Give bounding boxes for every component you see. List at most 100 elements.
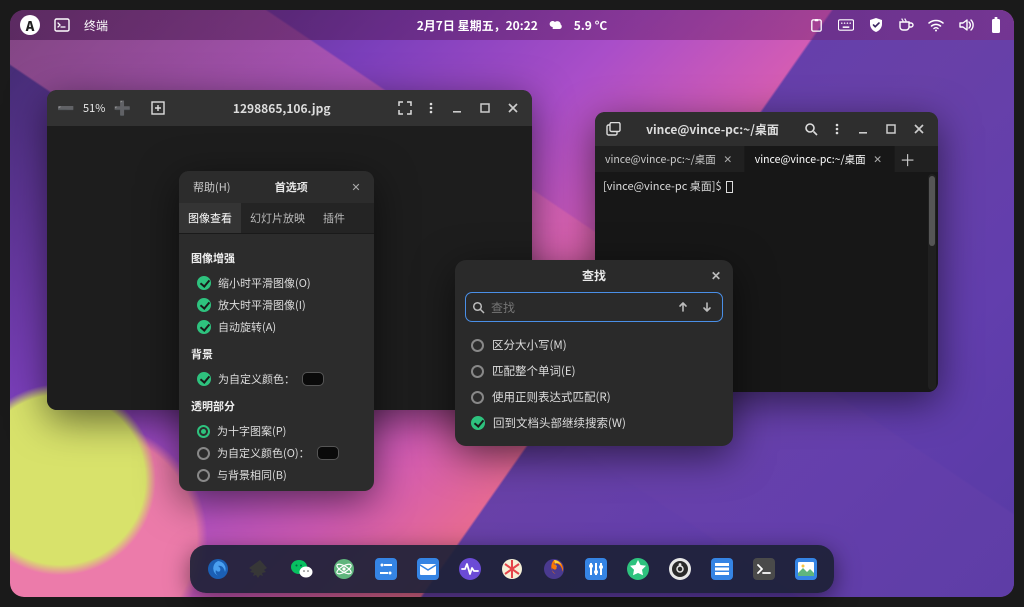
minimize-button[interactable] (444, 95, 470, 121)
bg-color-swatch[interactable] (302, 372, 324, 386)
dock-app-atom[interactable] (328, 553, 360, 585)
opt-wrap[interactable] (471, 416, 485, 430)
dock-app-firefox-dev[interactable] (202, 553, 234, 585)
top-panel: A 终端 2月7日 星期五，20:22 5.9 °C (10, 10, 1014, 40)
caffeine-icon[interactable] (898, 17, 914, 33)
new-tab-button[interactable] (601, 116, 627, 142)
prompt: [vince@vince-pc 桌面]$ (603, 178, 724, 194)
label-smooth-out: 缩小时平滑图像(O) (218, 275, 311, 291)
terminal-title: vince@vince-pc:~/桌面 (627, 121, 798, 138)
dock-app-activity[interactable] (454, 553, 486, 585)
label-regex: 使用正则表达式匹配(R) (492, 389, 611, 405)
tab-image-view[interactable]: 图像查看 (179, 203, 241, 233)
close-button[interactable] (500, 95, 526, 121)
dock-app-wechat[interactable] (286, 553, 318, 585)
label-smooth-in: 放大时平滑图像(I) (218, 297, 306, 313)
label-autorotate: 自动旋转(A) (218, 319, 276, 335)
menu-button[interactable] (824, 116, 850, 142)
label-whole: 匹配整个单词(E) (492, 363, 576, 379)
checkbox-smooth-out[interactable] (197, 276, 211, 290)
scrollbar[interactable] (928, 174, 936, 390)
close-icon[interactable]: ✕ (707, 266, 725, 284)
section-enhance: 图像增强 (191, 250, 362, 266)
search-button[interactable] (798, 116, 824, 142)
menu-button[interactable] (418, 95, 444, 121)
section-background: 背景 (191, 346, 362, 362)
dock-app-tweaks[interactable] (580, 553, 612, 585)
terminal-tab-label: vince@vince-pc:~/桌面 (605, 152, 716, 167)
prefs-title: 首选项 (236, 179, 346, 195)
radio-checker[interactable] (197, 425, 210, 438)
label-wrap: 回到文档头部继续搜索(W) (493, 415, 626, 431)
prev-match-button[interactable] (674, 298, 692, 316)
dock-app-spotify[interactable] (622, 553, 654, 585)
maximize-button[interactable] (878, 116, 904, 142)
terminal-indicator-icon[interactable] (54, 17, 70, 33)
activities-icon[interactable]: A (20, 15, 40, 35)
dock-app-obs[interactable] (664, 553, 696, 585)
zoom-in-button[interactable]: ➕ (109, 95, 135, 121)
section-transparent: 透明部分 (191, 398, 362, 414)
transparent-color-swatch[interactable] (317, 446, 339, 460)
terminal-tab-label: vince@vince-pc:~/桌面 (755, 152, 866, 167)
radio-same-bg[interactable] (197, 469, 210, 482)
tab-close-icon[interactable]: ✕ (722, 153, 734, 165)
label-checker: 为十字图案(P) (217, 423, 286, 439)
dock-app-inkscape[interactable] (244, 553, 276, 585)
image-viewer-titlebar: ➖ 51% ➕ 1298865,106.jpg (47, 90, 532, 126)
search-icon (472, 301, 485, 314)
close-button[interactable] (906, 116, 932, 142)
checkbox-bg-color[interactable] (197, 372, 211, 386)
cursor (726, 181, 733, 193)
checkbox-smooth-in[interactable] (197, 298, 211, 312)
dock-app-settings-panel[interactable] (370, 553, 402, 585)
battery-icon[interactable] (988, 17, 1004, 33)
tab-plugins[interactable]: 插件 (314, 203, 354, 233)
terminal-tab-2[interactable]: vince@vince-pc:~/桌面 ✕ (745, 146, 895, 172)
checkbox-autorotate[interactable] (197, 320, 211, 334)
dock-app-files[interactable] (706, 553, 738, 585)
tab-add-button[interactable]: ＋ (895, 146, 921, 172)
preferences-dialog: 帮助(H) 首选项 ✕ 图像查看 幻灯片放映 插件 图像增强 缩小时平滑图像(O… (179, 171, 374, 491)
weather-temp: 5.9 °C (574, 17, 608, 34)
wifi-icon[interactable] (928, 17, 944, 33)
dock (190, 545, 834, 593)
zoom-fit-button[interactable] (145, 95, 171, 121)
opt-case[interactable] (471, 339, 484, 352)
find-dialog: 查找 ✕ 区分大小写(M) 匹配整个单词(E) 使用正则表达式匹配(R) 回到文… (455, 260, 733, 446)
help-menu[interactable]: 帮助(H) (187, 175, 236, 199)
dock-app-firefox[interactable] (538, 553, 570, 585)
terminal-tab-1[interactable]: vince@vince-pc:~/桌面 ✕ (595, 146, 745, 172)
clock[interactable]: 2月7日 星期五，20:22 (417, 17, 538, 34)
search-field-container (465, 292, 723, 322)
zoom-level: 51% (79, 100, 109, 116)
close-icon[interactable]: ✕ (346, 177, 366, 197)
next-match-button[interactable] (698, 298, 716, 316)
dock-app-terminal[interactable] (748, 553, 780, 585)
maximize-button[interactable] (472, 95, 498, 121)
label-case: 区分大小写(M) (492, 337, 567, 353)
image-filename: 1298865,106.jpg (171, 100, 392, 117)
dock-app-image-viewer[interactable] (790, 553, 822, 585)
active-app-label[interactable]: 终端 (84, 17, 108, 34)
weather-icon (548, 17, 564, 33)
shield-icon[interactable] (868, 17, 884, 33)
dock-app-mail[interactable] (412, 553, 444, 585)
fullscreen-button[interactable] (392, 95, 418, 121)
opt-regex[interactable] (471, 391, 484, 404)
find-title: 查找 (582, 267, 606, 284)
label-custom-color: 为自定义颜色(O)： (217, 445, 310, 461)
radio-custom-color[interactable] (197, 447, 210, 460)
zoom-out-button[interactable]: ➖ (53, 95, 79, 121)
label-bg-color: 为自定义颜色： (218, 371, 295, 387)
label-same-bg: 与背景相同(B) (217, 467, 287, 483)
keyboard-icon[interactable] (838, 17, 854, 33)
dock-app-gravit[interactable] (496, 553, 528, 585)
minimize-button[interactable] (850, 116, 876, 142)
search-input[interactable] (491, 299, 668, 316)
clipboard-icon[interactable] (808, 17, 824, 33)
volume-icon[interactable] (958, 17, 974, 33)
opt-whole[interactable] (471, 365, 484, 378)
tab-slideshow[interactable]: 幻灯片放映 (241, 203, 314, 233)
tab-close-icon[interactable]: ✕ (872, 153, 884, 165)
